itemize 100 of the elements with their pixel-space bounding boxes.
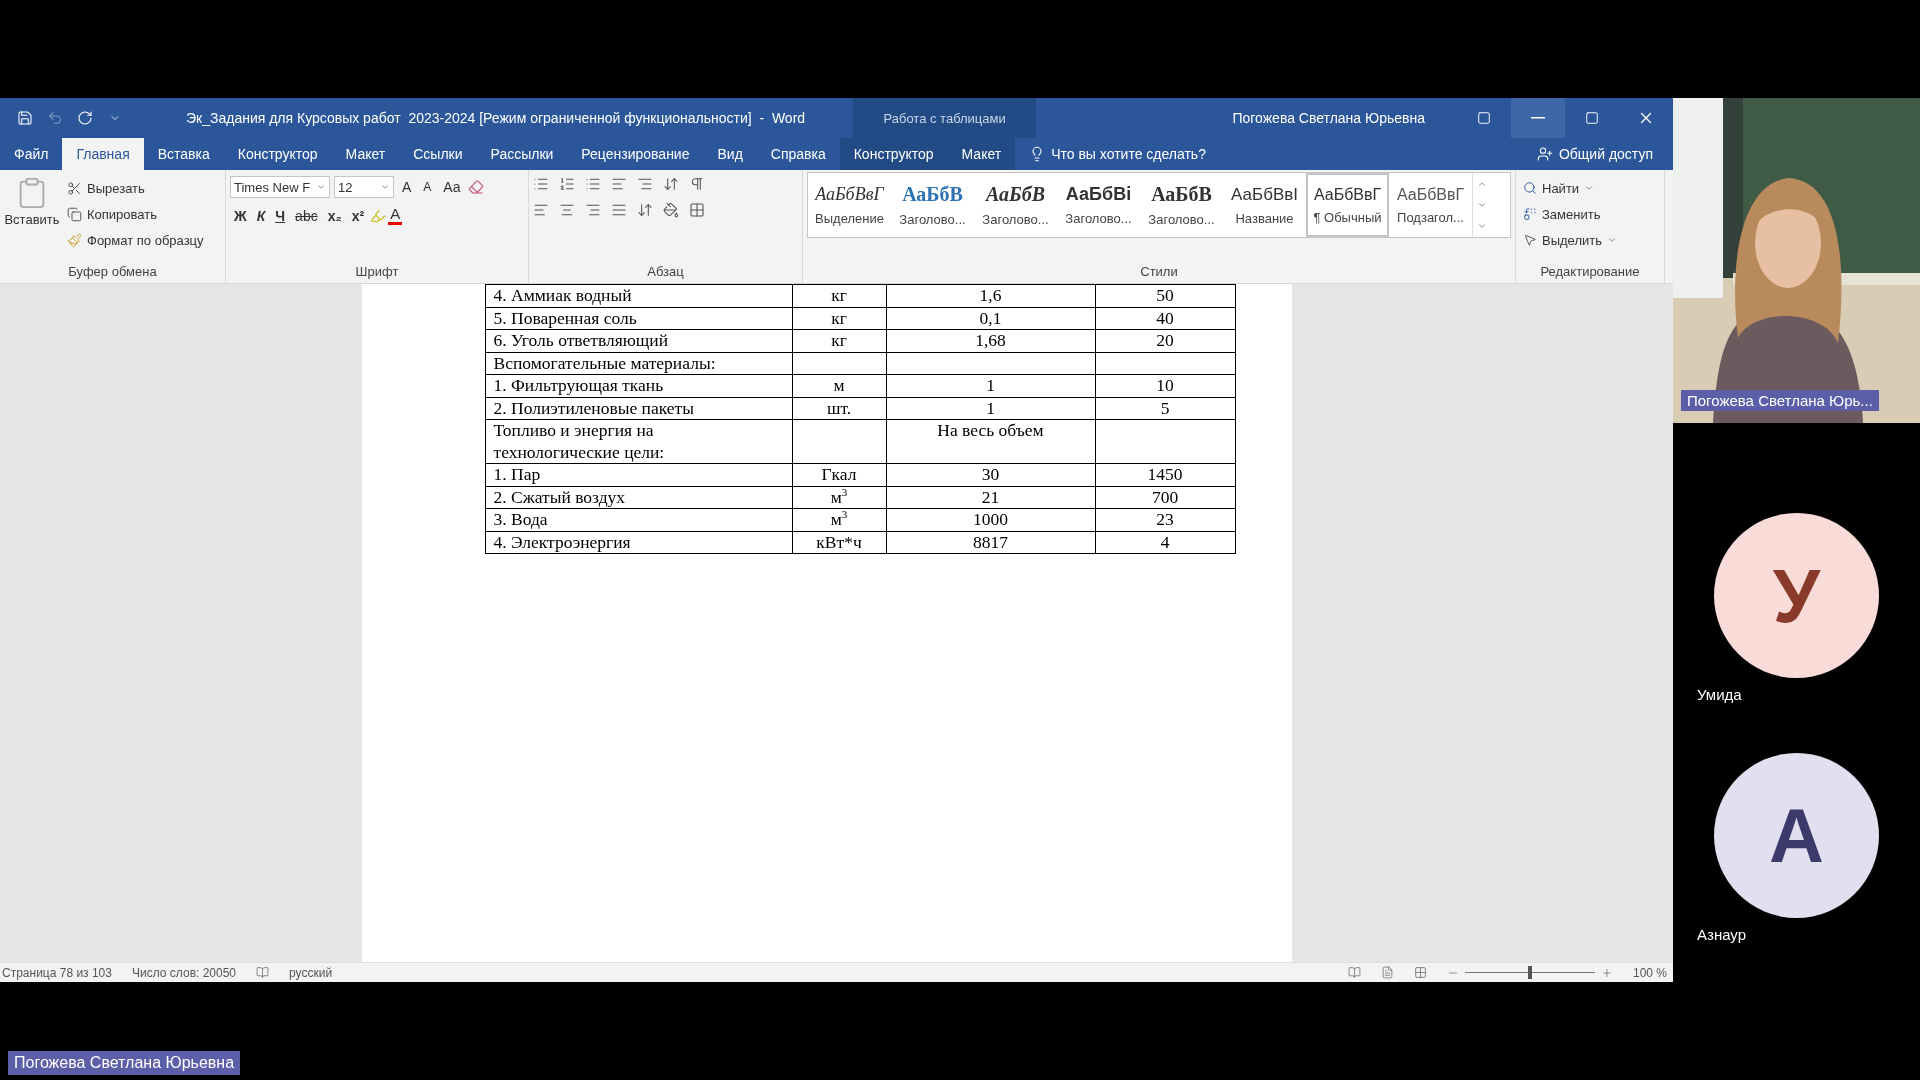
replace-icon	[1523, 207, 1537, 221]
table-cell: На весь объем	[937, 420, 1044, 440]
style-gallery-item[interactable]: АаБбВ Заголово...	[974, 173, 1057, 237]
ribbon-tab[interactable]: Конструктор	[223, 138, 332, 170]
participant-avatar: А	[1714, 753, 1879, 918]
pointer-icon	[1523, 233, 1537, 247]
subscript-button[interactable]: x₂	[323, 207, 346, 224]
style-gallery-item[interactable]: АаБбВвГ Подзагол...	[1389, 173, 1472, 237]
format-painter-button[interactable]: Формат по образцу	[64, 228, 207, 252]
tell-me-search[interactable]: Что вы хотите сделать?	[1029, 138, 1206, 170]
style-preview: АаБбВвГ	[1396, 185, 1465, 204]
font-size-field[interactable]: 12	[334, 176, 394, 198]
zoom-in-icon[interactable]	[1600, 966, 1613, 979]
participant-avatar: У	[1714, 513, 1879, 678]
group-label: Редактирование	[1539, 264, 1641, 281]
ribbon-tab[interactable]: Вставка	[143, 138, 224, 170]
bold-button[interactable]: Ж	[230, 207, 251, 224]
borders-icon[interactable]	[689, 202, 705, 218]
ribbon-tab[interactable]: Главная	[62, 138, 144, 170]
ribbon-tab[interactable]: Вид	[703, 138, 757, 170]
table-cell: 1,6	[979, 285, 1002, 305]
shading-icon[interactable]	[663, 202, 679, 218]
ribbon-tab[interactable]: Рассылки	[476, 138, 568, 170]
save-icon[interactable]	[17, 110, 33, 126]
style-gallery-item[interactable]: АаБбВ Заголово...	[891, 173, 974, 237]
share-button[interactable]: Общий доступ	[1536, 138, 1653, 170]
table-cell: 0,1	[979, 308, 1002, 328]
ribbon-tab[interactable]: Файл	[0, 138, 63, 170]
sort-icon[interactable]	[663, 176, 679, 192]
copy-button[interactable]: Копировать	[64, 202, 207, 226]
font-color-button[interactable]: A	[388, 206, 403, 225]
table-cell: м	[833, 375, 845, 395]
select-button[interactable]: Выделить	[1520, 228, 1620, 252]
strikethrough-button[interactable]: abc	[291, 207, 322, 224]
cut-button[interactable]: Вырезать	[64, 176, 207, 200]
table-cell: 1. Пар	[493, 464, 541, 484]
web-layout-icon[interactable]	[1413, 966, 1427, 979]
ribbon-tab[interactable]: Ссылки	[399, 138, 477, 170]
caret-icon	[1607, 235, 1617, 245]
style-name: Заголово...	[899, 212, 966, 227]
table-cell: м$^{3}$	[830, 487, 848, 507]
zoom-slider-thumb[interactable]	[1527, 966, 1532, 979]
table-cell: 8817	[973, 532, 1008, 552]
style-gallery-item[interactable]: АаБбВвГ Выделение	[808, 173, 891, 237]
style-name: Название	[1235, 210, 1294, 226]
language-indicator[interactable]: русский	[289, 965, 333, 980]
style-gallery-item[interactable]: АаБбВ Заголово...	[1140, 173, 1223, 237]
style-name: Заголово...	[982, 212, 1049, 227]
underline-button[interactable]: Ч	[271, 207, 290, 224]
align-center-icon[interactable]	[559, 202, 575, 218]
caret-icon	[316, 182, 326, 192]
page-count[interactable]: Страница 78 из 103	[2, 965, 112, 980]
table-cell: 40	[1156, 308, 1174, 328]
ribbon-tab[interactable]: Рецензирование	[567, 138, 704, 170]
scroll-down-icon[interactable]	[1477, 200, 1487, 210]
table-cell: 1. Фильтрующая ткань	[493, 375, 664, 395]
word-count[interactable]: Число слов: 20050	[131, 965, 237, 980]
replace-button[interactable]: Заменить	[1520, 202, 1620, 226]
style-gallery-item[interactable]: АаБбВвІ Название	[1223, 173, 1306, 237]
clear-formatting-icon[interactable]	[468, 179, 485, 195]
redo-icon[interactable]	[77, 110, 93, 126]
style-gallery-item[interactable]: АаБбВвГ ¶ Обычный	[1306, 173, 1389, 237]
paste-button[interactable]: Вставить	[4, 176, 60, 264]
pilcrow-icon[interactable]	[689, 176, 705, 192]
table-cell: м$^{3}$	[830, 509, 848, 529]
table-cell: кг	[831, 330, 847, 350]
copy-icon	[67, 206, 82, 222]
read-mode-icon[interactable]	[1347, 966, 1361, 979]
participant-name: Азнаур	[1697, 926, 1746, 943]
table-cell: кВт*ч	[816, 532, 862, 552]
table-cell: 2. Полиэтиленовые пакеты	[493, 398, 694, 418]
style-gallery-item[interactable]: АаБбВі Заголово...	[1057, 173, 1140, 237]
table-cell: Вспомогательные материалы:	[493, 353, 716, 373]
table-cell: 700	[1151, 487, 1179, 507]
ribbon-tab[interactable]: Конструктор	[839, 138, 948, 170]
ribbon-tab[interactable]: Справка	[756, 138, 840, 170]
superscript-button[interactable]: x²	[347, 207, 369, 224]
group-label: Абзац	[646, 264, 685, 281]
grow-font-button[interactable]: A	[398, 179, 416, 195]
bullets-icon[interactable]	[533, 176, 549, 192]
find-button[interactable]: Найти	[1520, 176, 1620, 200]
numbering-icon[interactable]	[559, 176, 575, 192]
zoom-level[interactable]: 100 %	[1632, 965, 1667, 980]
ribbon-tab[interactable]: Макет	[947, 138, 1016, 170]
undo-icon[interactable]	[47, 110, 63, 126]
proofing-icon[interactable]	[256, 966, 270, 979]
shrink-font-button[interactable]: A	[419, 180, 436, 194]
justify-icon[interactable]	[611, 202, 627, 218]
font-name-field[interactable]: Times New F	[230, 176, 330, 198]
table-cell: 6. Уголь ответвляющий	[493, 330, 669, 350]
ribbon-tab[interactable]: Макет	[331, 138, 400, 170]
align-right-icon[interactable]	[585, 202, 601, 218]
italic-button[interactable]: К	[252, 207, 270, 224]
change-case-button[interactable]: Aa	[439, 179, 465, 195]
align-left-icon[interactable]	[533, 202, 549, 218]
paintbrush-icon	[67, 232, 82, 248]
line-spacing-icon[interactable]	[637, 202, 653, 218]
table-cell: 4	[1160, 532, 1170, 552]
participant-name: Умида	[1697, 686, 1742, 703]
print-layout-icon[interactable]	[1380, 966, 1394, 979]
